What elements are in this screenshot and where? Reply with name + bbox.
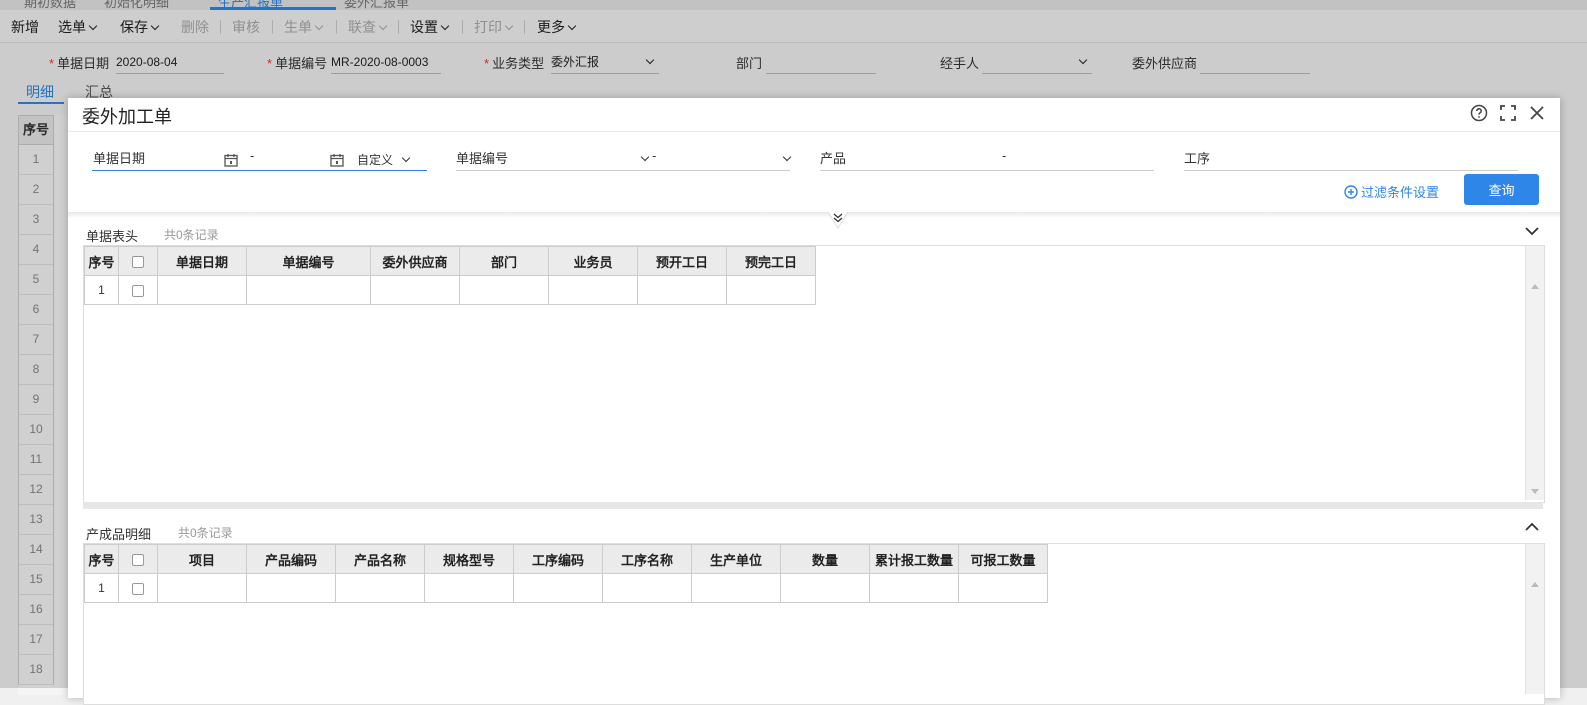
checkbox[interactable] (132, 554, 144, 567)
filter-date-dash: - (250, 148, 255, 163)
table-cell[interactable] (513, 573, 603, 603)
bill-no-filter-underline[interactable] (456, 170, 790, 171)
table-cell[interactable] (424, 573, 514, 603)
column-header[interactable]: 数量 (780, 544, 870, 574)
collapse-filter-icon[interactable] (828, 212, 848, 230)
column-header-select-all[interactable] (118, 544, 158, 574)
head-horizontal-scrollbar[interactable] (83, 502, 1543, 509)
table-cell[interactable] (157, 275, 247, 305)
table-cell[interactable] (246, 275, 371, 305)
filter-date-label: 单据日期 (93, 151, 146, 166)
head-table: 序号 单据日期 单据编号 委外供应商 部门 业务员 预开工日 预完工日 1 (84, 246, 816, 305)
product-filter-underline[interactable] (820, 170, 1154, 171)
row-number: 1 (84, 275, 119, 305)
table-cell[interactable] (637, 275, 727, 305)
dialog-title: 委外加工单 (82, 107, 172, 127)
table-cell[interactable] (335, 573, 425, 603)
column-header[interactable]: 产品名称 (335, 544, 425, 574)
process-filter-underline[interactable] (1184, 170, 1518, 171)
query-button[interactable]: 查询 (1464, 174, 1539, 205)
column-header[interactable]: 单据编号 (246, 246, 371, 276)
detail-table: 序号 项目 产品编码 产品名称 规格型号 工序编码 工序名称 生产单位 数量 累… (84, 544, 1048, 603)
column-header: 序号 (84, 246, 119, 276)
column-header: 序号 (84, 544, 119, 574)
row-select-cell[interactable] (118, 573, 158, 603)
scroll-up-icon[interactable] (1531, 284, 1539, 289)
column-header[interactable]: 项目 (157, 544, 247, 574)
checkbox[interactable] (132, 256, 144, 269)
table-cell[interactable] (602, 573, 692, 603)
filter-product-dash: - (1002, 148, 1007, 163)
calendar-icon[interactable] (330, 153, 344, 167)
checkbox[interactable] (132, 582, 144, 595)
table-cell[interactable] (548, 275, 638, 305)
table-header-row: 序号 项目 产品编码 产品名称 规格型号 工序编码 工序名称 生产单位 数量 累… (84, 544, 1048, 574)
chevron-down-icon[interactable] (782, 152, 792, 162)
table-header-row: 序号 单据日期 单据编号 委外供应商 部门 业务员 预开工日 预完工日 (84, 246, 816, 276)
row-number: 1 (84, 573, 119, 603)
table-row[interactable]: 1 (84, 275, 816, 305)
close-icon[interactable] (1528, 104, 1546, 122)
add-circle-icon (1344, 185, 1358, 199)
column-header[interactable]: 业务员 (548, 246, 638, 276)
table-cell[interactable] (780, 573, 870, 603)
column-header[interactable]: 委外供应商 (370, 246, 460, 276)
head-section-title: 单据表头 (86, 229, 139, 244)
chevron-down-icon (401, 153, 411, 163)
table-cell[interactable] (370, 275, 460, 305)
head-record-count: 共0条记录 (164, 228, 219, 242)
filter-bill-no-label: 单据编号 (456, 151, 509, 166)
checkbox[interactable] (132, 284, 144, 297)
table-cell[interactable] (726, 275, 816, 305)
chevron-down-icon[interactable] (1522, 222, 1542, 240)
row-select-cell[interactable] (118, 275, 158, 305)
date-range-select[interactable]: 自定义 (357, 151, 411, 168)
scroll-down-icon[interactable] (1531, 489, 1539, 494)
table-cell[interactable] (869, 573, 959, 603)
column-header[interactable]: 生产单位 (691, 544, 781, 574)
table-cell[interactable] (246, 573, 336, 603)
column-header[interactable]: 累计报工数量 (869, 544, 959, 574)
column-header-select-all[interactable] (118, 246, 158, 276)
outsourcing-order-dialog: 委外加工单 单据日期 - 自定义 单据编号 - 产品 - 工序 过滤条件设置 查… (68, 98, 1560, 705)
head-vertical-scrollbar[interactable] (1525, 246, 1544, 500)
table-cell[interactable] (691, 573, 781, 603)
column-header[interactable]: 可报工数量 (958, 544, 1048, 574)
chevron-down-icon[interactable] (640, 152, 650, 162)
column-header[interactable]: 预完工日 (726, 246, 816, 276)
detail-record-count: 共0条记录 (178, 526, 233, 540)
filter-divider (68, 212, 1560, 218)
chevron-up-icon[interactable] (1522, 518, 1542, 536)
detail-vertical-scrollbar[interactable] (1525, 544, 1544, 694)
column-header[interactable]: 产品编码 (246, 544, 336, 574)
title-divider (68, 131, 1560, 132)
scroll-up-icon[interactable] (1531, 582, 1539, 587)
column-header[interactable]: 单据日期 (157, 246, 247, 276)
column-header[interactable]: 工序编码 (513, 544, 603, 574)
filter-product-label: 产品 (820, 151, 847, 166)
maximize-icon[interactable] (1499, 104, 1517, 122)
column-header[interactable]: 部门 (459, 246, 549, 276)
filter-bill-no-dash: - (652, 148, 657, 163)
date-filter-underline (92, 170, 427, 171)
table-row[interactable]: 1 (84, 573, 1048, 603)
column-header[interactable]: 预开工日 (637, 246, 727, 276)
table-cell[interactable] (157, 573, 247, 603)
column-header[interactable]: 规格型号 (424, 544, 514, 574)
filter-process-label: 工序 (1184, 151, 1211, 166)
column-header[interactable]: 工序名称 (602, 544, 692, 574)
filter-settings-link[interactable]: 过滤条件设置 (1344, 182, 1439, 201)
help-icon[interactable] (1470, 104, 1488, 122)
table-cell[interactable] (958, 573, 1048, 603)
calendar-icon[interactable] (224, 153, 238, 167)
table-cell[interactable] (459, 275, 549, 305)
detail-section-title: 产成品明细 (86, 527, 152, 542)
